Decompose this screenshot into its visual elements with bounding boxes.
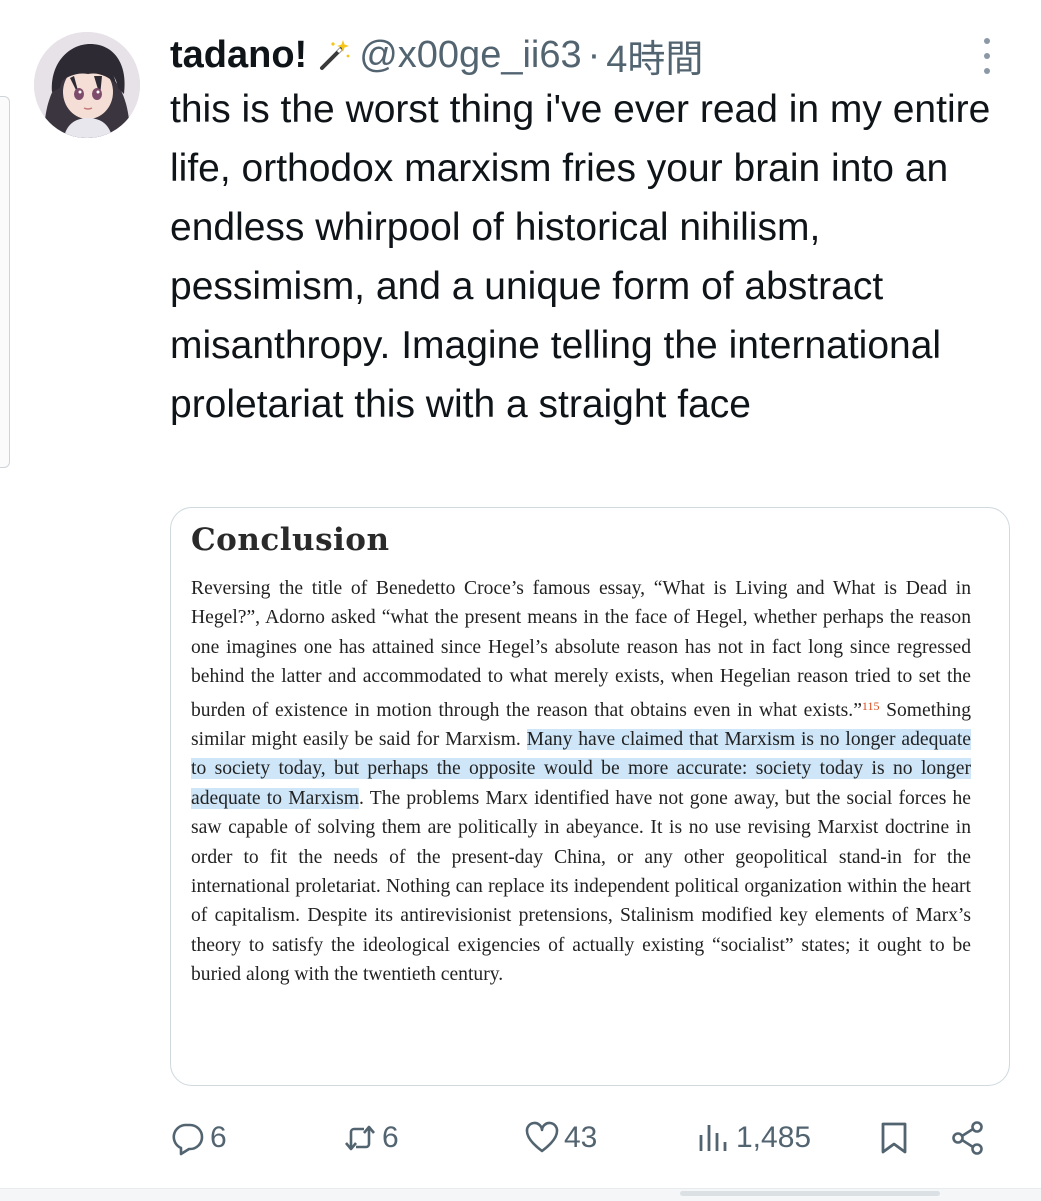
- attachment-heading: Conclusion: [191, 522, 390, 558]
- views-chart-icon: [699, 1125, 727, 1151]
- magic-wand-icon: [320, 40, 350, 70]
- share-icon: [952, 1121, 983, 1155]
- post-timestamp[interactable]: 4時間: [606, 28, 703, 83]
- bookmark-icon: [881, 1122, 907, 1154]
- scrollbar-edge[interactable]: [0, 96, 10, 468]
- header-separator: ·: [587, 33, 601, 76]
- like-count: 43: [564, 1121, 598, 1154]
- attached-image[interactable]: Conclusion Reversing the title of Benede…: [170, 507, 1010, 1086]
- reply-button[interactable]: 6: [170, 1110, 227, 1166]
- reply-count: 6: [210, 1121, 227, 1154]
- views-button[interactable]: 1,485: [696, 1110, 811, 1166]
- share-button[interactable]: [950, 1110, 986, 1166]
- more-options-icon[interactable]: [972, 36, 1002, 76]
- attachment-body: Reversing the title of Benedetto Croce’s…: [191, 574, 971, 990]
- repost-count: 6: [382, 1121, 399, 1154]
- reply-icon: [172, 1123, 204, 1156]
- action-bar: 6 6 43 1,485: [0, 1110, 1041, 1166]
- avatar[interactable]: [34, 32, 140, 138]
- repost-button[interactable]: 6: [342, 1110, 399, 1166]
- user-handle[interactable]: @x00ge_ii63: [359, 34, 581, 77]
- views-count: 1,485: [736, 1121, 812, 1154]
- attachment-paragraph-end: . The problems Marx identified have not …: [191, 787, 971, 986]
- attachment-paragraph-start: Reversing the title of Benedetto Croce’s…: [191, 578, 971, 721]
- repost-icon: [345, 1125, 375, 1151]
- display-name[interactable]: tadano!: [170, 34, 307, 77]
- bookmark-button[interactable]: [876, 1110, 912, 1166]
- like-button[interactable]: 43: [524, 1110, 597, 1166]
- bottom-divider: [0, 1188, 1041, 1201]
- avatar-image: [34, 32, 140, 138]
- post-text: this is the worst thing i've ever read i…: [170, 88, 991, 426]
- post-header: tadano! @x00ge_ii63 · 4時間: [170, 28, 703, 83]
- heart-icon: [525, 1121, 559, 1153]
- footnote-marker: 115: [861, 698, 880, 713]
